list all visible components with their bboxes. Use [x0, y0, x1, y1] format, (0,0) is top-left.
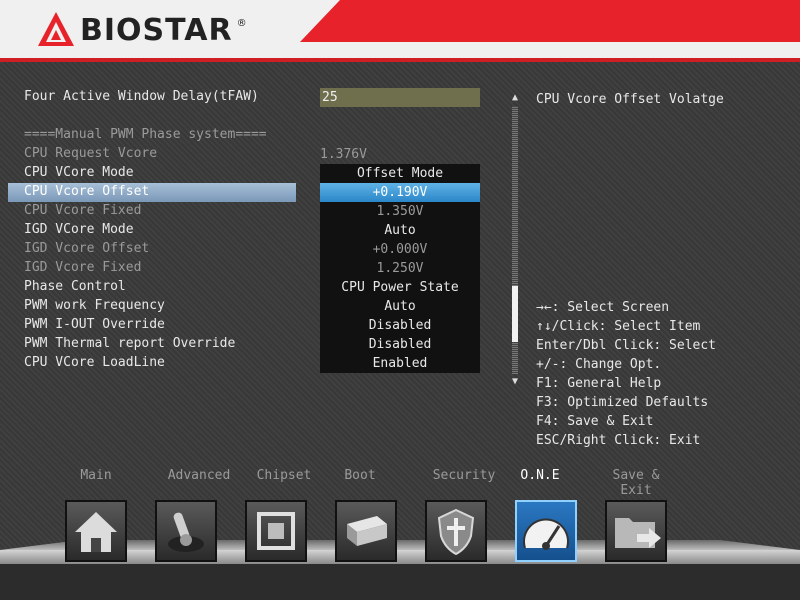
tab-boot[interactable]: Boot [317, 468, 403, 488]
setting-label: Phase Control [24, 279, 126, 294]
key-help-list: →←: Select Screen ↑↓/Click: Select Item … [536, 300, 716, 452]
gauge-icon[interactable] [515, 500, 577, 562]
tab-security[interactable]: Security [421, 468, 507, 488]
section-label: ====Manual PWM Phase system==== [24, 127, 267, 142]
setting-value-select[interactable]: CPU Power State [320, 278, 480, 297]
chip-icon[interactable] [245, 500, 307, 562]
setting-row-pwm-work-frequency[interactable]: PWM work Frequency Auto [8, 297, 498, 316]
setting-value-select[interactable]: Disabled [320, 335, 480, 354]
setting-row-tfaw[interactable]: Four Active Window Delay(tFAW) 25 [8, 88, 498, 107]
setting-row-cpu-request-vcore: CPU Request Vcore 1.376V [8, 145, 498, 164]
setting-label: CPU Vcore Fixed [24, 203, 142, 218]
setting-value: 1.376V [320, 147, 367, 162]
bottom-navigation: Main Advanced Chipset Boot Security O.N.… [0, 468, 800, 600]
setting-label: CPU VCore LoadLine [24, 355, 165, 370]
tab-label: Security [432, 468, 496, 483]
key-help-item: Enter/Dbl Click: Select [536, 338, 717, 353]
tab-one[interactable]: O.N.E [497, 468, 583, 488]
setting-value-select[interactable]: Disabled [320, 316, 480, 335]
scroll-down-arrow-icon[interactable]: ▼ [509, 376, 521, 388]
registered-mark: ® [236, 17, 247, 29]
setting-row-cpu-vcore-loadline[interactable]: CPU VCore LoadLine Enabled [8, 354, 498, 373]
setting-label: CPU Request Vcore [24, 146, 158, 161]
scroll-up-arrow-icon[interactable]: ▲ [509, 92, 521, 104]
setting-label: IGD Vcore Offset [24, 241, 150, 256]
drive-icon[interactable] [335, 500, 397, 562]
scroll-thumb[interactable] [512, 286, 518, 343]
key-help-item: F3: Optimized Defaults [536, 395, 709, 410]
setting-value-input[interactable]: 25 [320, 88, 480, 107]
tab-label: Save & Exit [612, 468, 660, 498]
header-bar: BIOSTAR ® [0, 0, 800, 62]
setting-value: 1.350V [320, 202, 480, 221]
header-accent-band [300, 0, 800, 42]
tab-label: Main [80, 468, 112, 483]
joystick-icon[interactable] [155, 500, 217, 562]
tab-label: Chipset [256, 468, 312, 483]
setting-label: Four Active Window Delay(tFAW) [24, 89, 259, 104]
shield-icon[interactable] [425, 500, 487, 562]
tab-label: O.N.E [520, 468, 560, 483]
key-help-item: →←: Select Screen [536, 300, 670, 315]
key-help-item: F4: Save & Exit [536, 414, 654, 429]
tab-save-exit[interactable]: Save & Exit [593, 468, 679, 498]
setting-value-select[interactable]: +0.190V [320, 183, 480, 202]
brand-name: BIOSTAR [80, 12, 233, 48]
key-help-item: +/-: Change Opt. [536, 357, 662, 372]
setting-label: PWM Thermal report Override [24, 336, 236, 351]
setting-value: 1.250V [320, 259, 480, 278]
setting-row-cpu-vcore-offset[interactable]: CPU Vcore Offset +0.190V [8, 183, 498, 202]
setting-row-pwm-iout-override[interactable]: PWM I-OUT Override Disabled [8, 316, 498, 335]
setting-row-cpu-vcore-fixed: CPU Vcore Fixed 1.350V [8, 202, 498, 221]
setting-row-pwm-thermal-report[interactable]: PWM Thermal report Override Disabled [8, 335, 498, 354]
header-divider [0, 58, 800, 62]
setting-label: CPU VCore Mode [24, 165, 134, 180]
setting-label: IGD Vcore Fixed [24, 260, 142, 275]
key-help-item: F1: General Help [536, 376, 662, 391]
section-header-pwm: ====Manual PWM Phase system==== [8, 126, 498, 145]
setting-label: PWM work Frequency [24, 298, 165, 313]
tab-chipset[interactable]: Chipset [241, 468, 327, 488]
setting-row-igd-vcore-mode[interactable]: IGD VCore Mode Auto [8, 221, 498, 240]
tab-label: Advanced [167, 468, 231, 483]
setting-value-select[interactable]: Enabled [320, 354, 480, 373]
brand-logo: BIOSTAR ® [36, 10, 247, 50]
tab-label: Boot [344, 468, 376, 483]
setting-row-phase-control[interactable]: Phase Control CPU Power State [8, 278, 498, 297]
setting-row-igd-vcore-offset: IGD Vcore Offset +0.000V [8, 240, 498, 259]
key-help-item: ↑↓/Click: Select Item [536, 319, 701, 334]
help-description: CPU Vcore Offset Volatge [536, 92, 724, 107]
setting-value-select[interactable]: Offset Mode [320, 164, 480, 183]
tab-main[interactable]: Main [53, 468, 139, 488]
setting-label: IGD VCore Mode [24, 222, 134, 237]
key-help-item: ESC/Right Click: Exit [536, 433, 701, 448]
setting-label: PWM I-OUT Override [24, 317, 165, 332]
setting-row-igd-vcore-fixed: IGD Vcore Fixed 1.250V [8, 259, 498, 278]
setting-label: CPU Vcore Offset [24, 184, 150, 199]
setting-row-cpu-vcore-mode[interactable]: CPU VCore Mode Offset Mode [8, 164, 498, 183]
setting-value-select[interactable]: Auto [320, 297, 480, 316]
settings-scrollbar[interactable]: ▲ ▼ [509, 92, 521, 392]
biostar-logo-icon [38, 12, 74, 46]
folder-exit-icon[interactable] [605, 500, 667, 562]
setting-value-select[interactable]: Auto [320, 221, 480, 240]
setting-value: +0.000V [320, 240, 480, 259]
home-icon[interactable] [65, 500, 127, 562]
tab-advanced[interactable]: Advanced [156, 468, 242, 488]
